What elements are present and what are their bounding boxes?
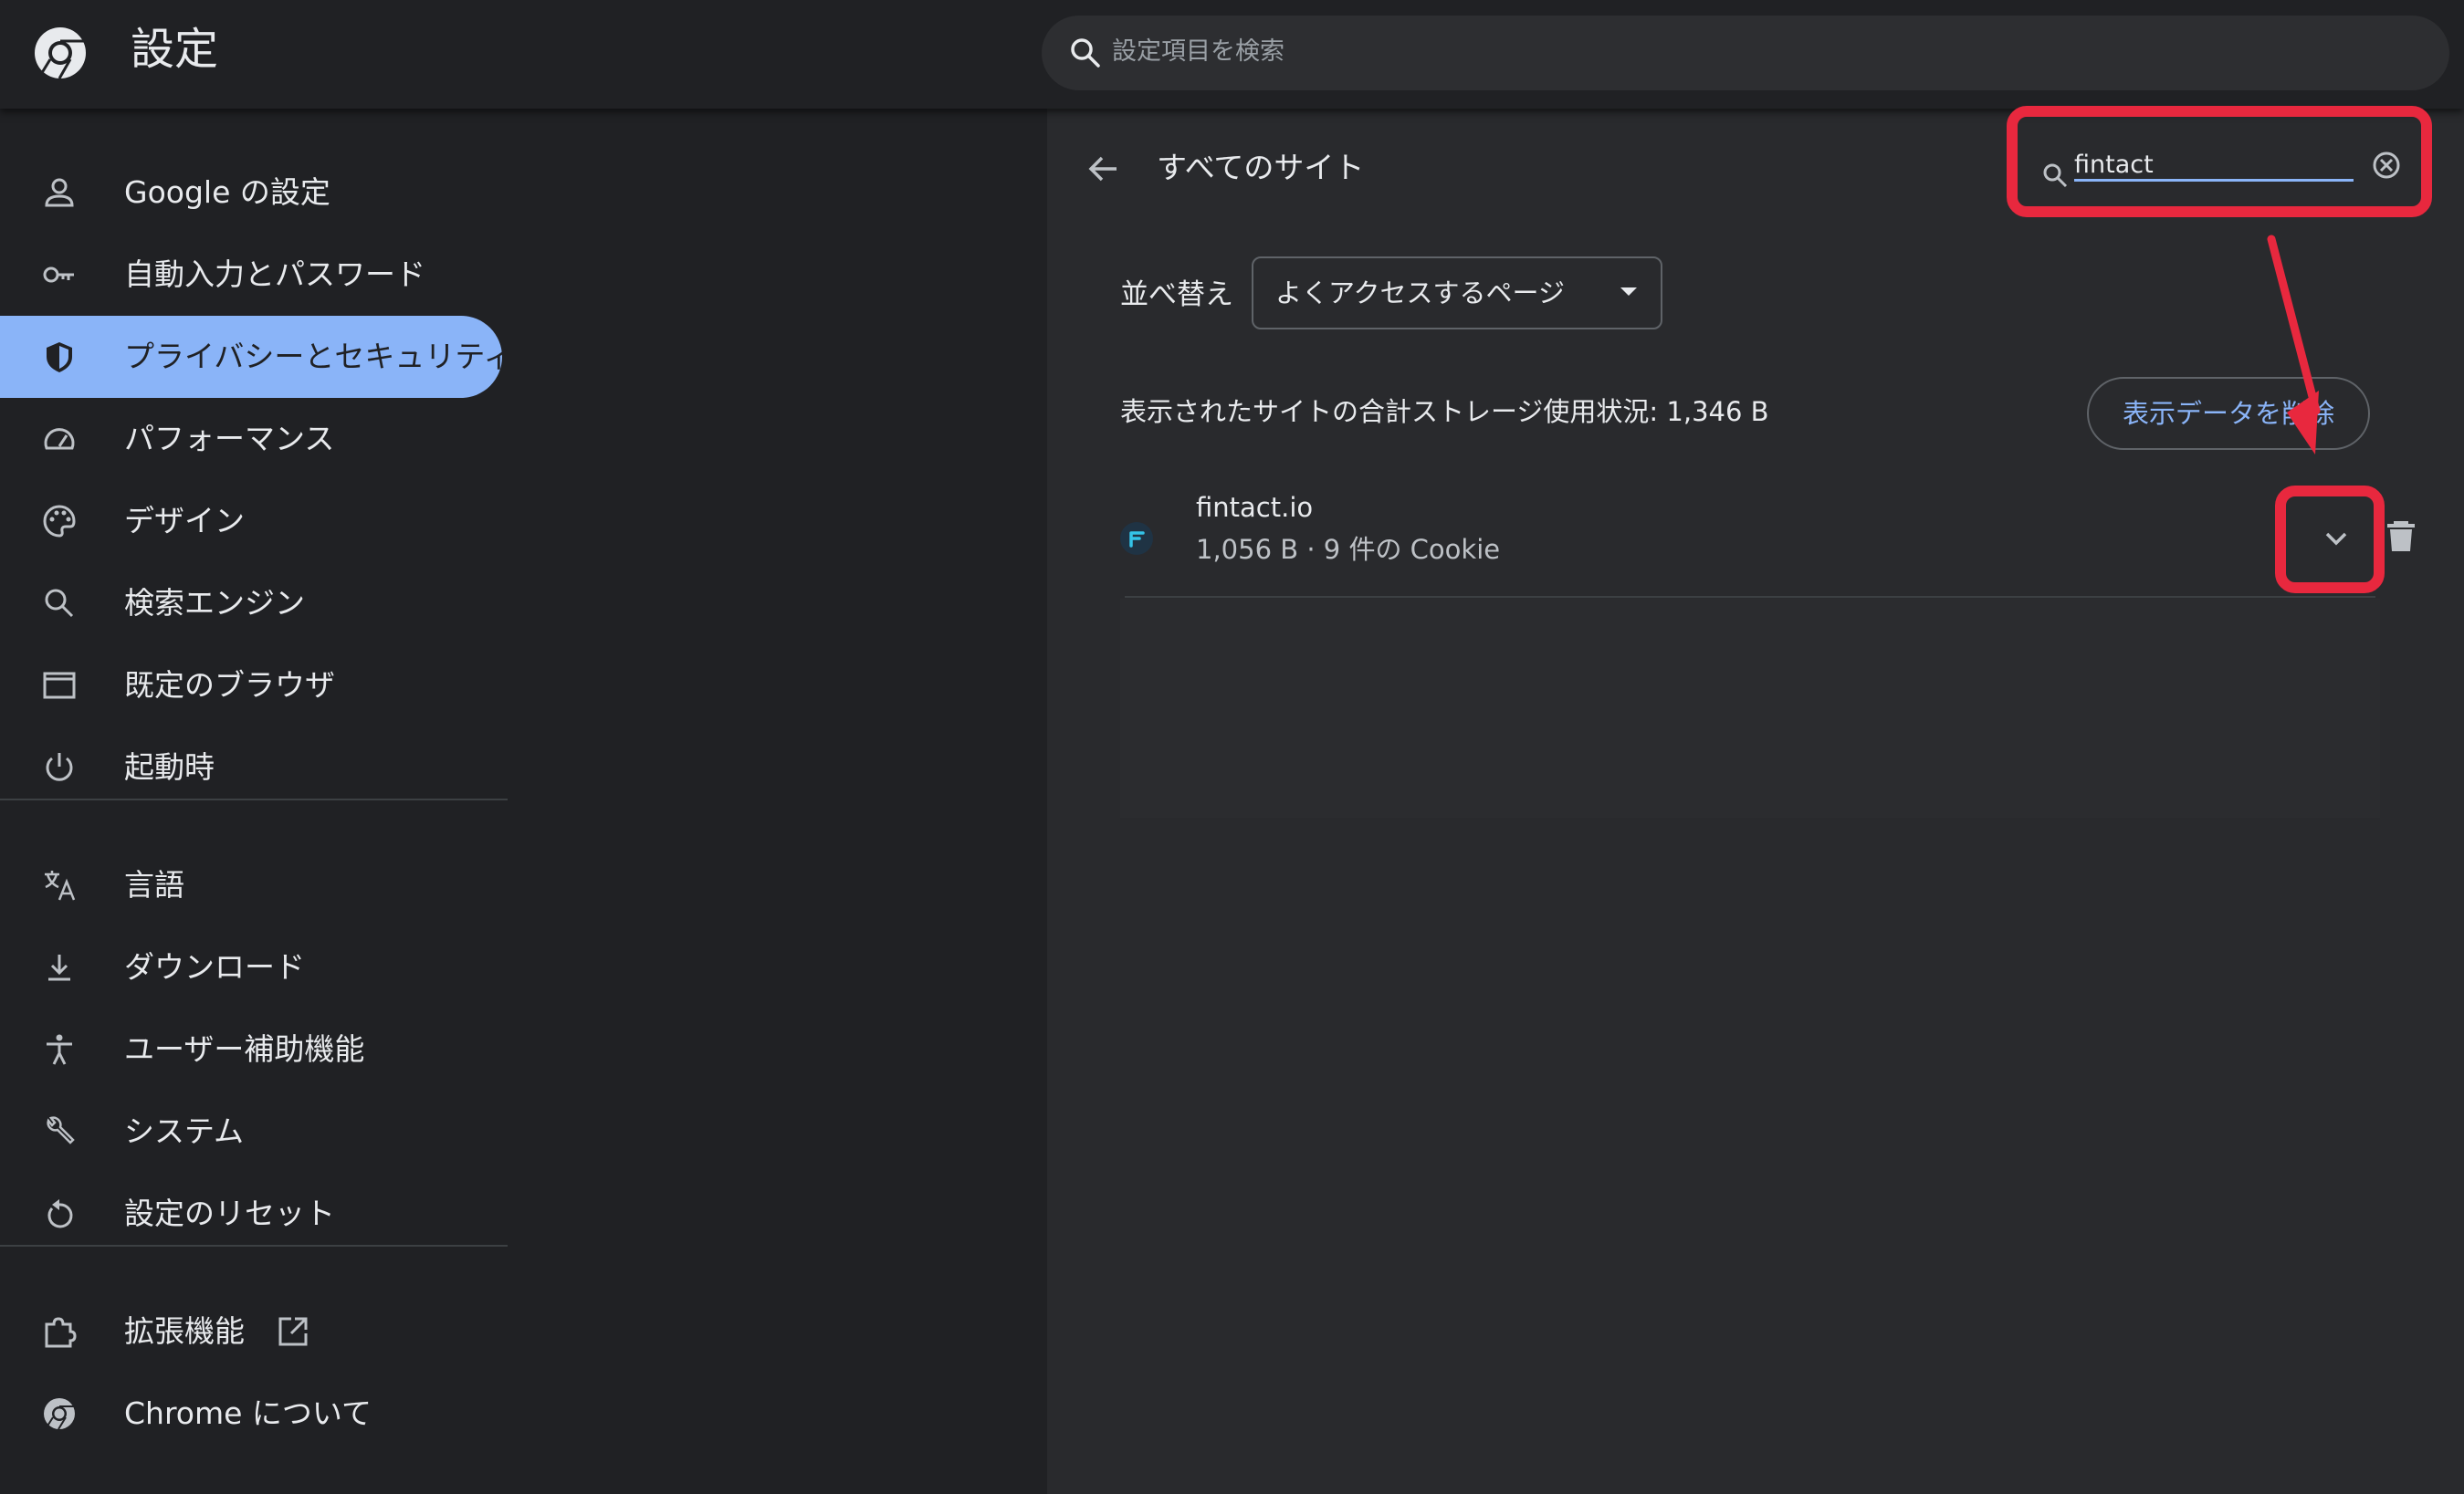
storage-usage-text: 表示されたサイトの合計ストレージ使用状況: 1,346 B xyxy=(1120,396,1769,427)
sidebar-item-label: パフォーマンス xyxy=(124,421,335,456)
sidebar-item-search-engine[interactable]: 検索エンジン xyxy=(0,562,502,644)
sidebar-item-label: Google の設定 xyxy=(124,174,330,210)
sidebar-divider xyxy=(0,799,508,800)
puzzle-icon xyxy=(41,1313,78,1350)
sidebar: Google の設定 自動入力とパスワード プライバシーとセキュリティ パフォー… xyxy=(0,109,513,1494)
chrome-logo-icon xyxy=(33,26,88,80)
search-placeholder: 設定項目を検索 xyxy=(1112,37,1284,66)
sidebar-item-label: システム xyxy=(124,1113,245,1149)
sidebar-item-downloads[interactable]: ダウンロード xyxy=(0,926,502,1008)
delete-highlight-box xyxy=(2275,486,2385,593)
sidebar-item-privacy[interactable]: プライバシーとセキュリティ xyxy=(0,316,513,398)
top-header: 設定 設定項目を検索 xyxy=(0,0,2464,109)
sidebar-item-label: 既定のブラウザ xyxy=(124,667,335,703)
person-icon xyxy=(41,174,78,211)
site-row[interactable]: fintact.io 1,056 B · 9 件の Cookie xyxy=(1120,478,2415,597)
sidebar-item-on-startup[interactable]: 起動時 xyxy=(0,726,502,809)
sort-label: 並べ替え xyxy=(1120,278,1233,311)
shield-icon xyxy=(41,339,78,375)
page-title: すべてのサイト xyxy=(1157,150,1365,185)
sidebar-item-language[interactable]: 言語 xyxy=(0,844,502,926)
sidebar-item-label: 検索エンジン xyxy=(124,585,305,621)
dropdown-caret-icon xyxy=(1620,287,1637,296)
sidebar-item-label: ダウンロード xyxy=(124,949,305,985)
trash-icon[interactable] xyxy=(2378,513,2424,559)
back-arrow-icon[interactable] xyxy=(1084,149,1124,189)
sidebar-item-google[interactable]: Google の設定 xyxy=(0,151,502,234)
sidebar-item-system[interactable]: システム xyxy=(0,1091,502,1173)
speedometer-icon xyxy=(41,421,78,457)
fintact-favicon-icon xyxy=(1120,522,1153,555)
key-icon xyxy=(41,256,78,293)
sidebar-item-accessibility[interactable]: ユーザー補助機能 xyxy=(0,1008,502,1091)
clear-button-label: 表示データを削除 xyxy=(2122,398,2334,429)
sidebar-item-autofill[interactable]: 自動入力とパスワード xyxy=(0,234,502,316)
sort-dropdown[interactable]: よくアクセスするページ xyxy=(1252,256,1662,329)
sidebar-item-default-browser[interactable]: 既定のブラウザ xyxy=(0,644,502,726)
power-icon xyxy=(41,749,78,786)
row-divider xyxy=(1125,596,2375,598)
sidebar-item-about-chrome[interactable]: Chrome について xyxy=(0,1373,502,1455)
sidebar-item-label: 設定のリセット xyxy=(124,1196,335,1231)
sidebar-item-reset[interactable]: 設定のリセット xyxy=(0,1173,502,1255)
wrench-icon xyxy=(41,1113,78,1150)
chrome-icon xyxy=(41,1395,78,1432)
palette-icon xyxy=(41,503,78,539)
sidebar-item-label: デザイン xyxy=(124,503,245,538)
accessibility-icon xyxy=(41,1031,78,1068)
all-sites-panel: すべてのサイト 並べ替え よくアクセスするページ 表示されたサイトの合計ストレー… xyxy=(1047,109,2464,1494)
sidebar-item-label: 拡張機能 xyxy=(124,1313,245,1349)
app-title: 設定 xyxy=(131,24,219,75)
sidebar-item-design[interactable]: デザイン xyxy=(0,480,502,562)
download-icon xyxy=(41,949,78,986)
sidebar-item-label: 言語 xyxy=(124,867,184,903)
reset-icon xyxy=(41,1196,78,1232)
site-name: fintact.io xyxy=(1196,492,1314,523)
filter-highlight-box xyxy=(2007,106,2432,217)
settings-search-bar[interactable]: 設定項目を検索 xyxy=(1042,16,2449,90)
search-icon xyxy=(1067,35,1104,71)
clear-displayed-data-button[interactable]: 表示データを削除 xyxy=(2087,377,2370,450)
sort-selected-value: よくアクセスするページ xyxy=(1275,277,1565,308)
translate-icon xyxy=(41,867,78,904)
sidebar-item-label: Chrome について xyxy=(124,1395,372,1431)
sidebar-item-label: プライバシーとセキュリティ xyxy=(124,339,514,374)
external-link-icon xyxy=(275,1313,311,1350)
site-storage-info: 1,056 B · 9 件の Cookie xyxy=(1196,534,1501,565)
sidebar-item-extensions[interactable]: 拡張機能 xyxy=(0,1290,502,1373)
browser-window-icon xyxy=(41,667,78,704)
sidebar-item-performance[interactable]: パフォーマンス xyxy=(0,398,502,480)
sidebar-divider xyxy=(0,1245,508,1247)
list-empty-area xyxy=(1120,599,2380,818)
sidebar-item-label: 起動時 xyxy=(124,749,215,785)
sidebar-item-label: ユーザー補助機能 xyxy=(124,1031,365,1067)
search-icon xyxy=(41,585,78,622)
sidebar-item-label: 自動入力とパスワード xyxy=(124,256,425,292)
